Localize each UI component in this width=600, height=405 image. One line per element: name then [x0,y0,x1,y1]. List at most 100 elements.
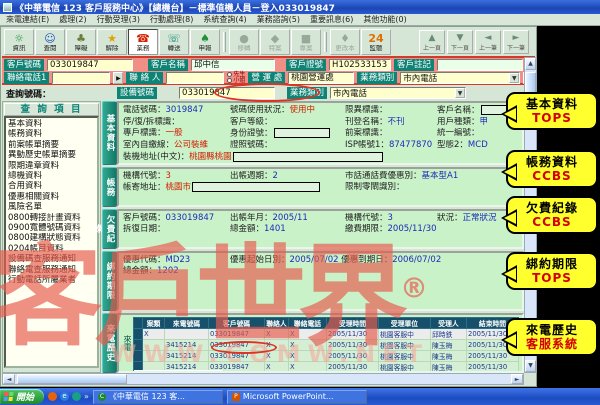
sidebar-item[interactable]: 設備碼查服務通知 [8,254,95,264]
sidebar-item[interactable]: 聯絡電查服務通知 [8,265,95,275]
toolbar-button-info[interactable]: ☼資訊 [4,29,34,55]
sidebar-item[interactable]: 限期違章資料 [8,161,95,171]
window-titlebar[interactable]: 《中華電信 123 客戶服務中心》【總機台】－標準值機人員－登入03301984… [0,0,600,14]
scroll-down-button[interactable]: ▼ [525,360,536,372]
query-items-sidebar: 查 詢 項 目 基本資料 帳務資料 前案帳單摘要 異動歷史帳單摘要 限期違章資料… [2,101,101,373]
call-history-panel: 來電 案類 來電號碼 客戶號碼 聯絡人 聯絡電話 受理時間 受理單位 受理人 [117,313,524,373]
toolbar-button-business[interactable]: ☎業務 [128,29,158,55]
table-row[interactable]: X033019847XX2005/11/30桃園客服中邱時鉄2005/11/30 [134,329,519,340]
field-row: 室內自繳線：公司裝維 證照號碼： ISP帳號1：87477870 型態2：MCD [123,140,518,151]
tab-call-history[interactable]: 來電歷史 [102,313,117,373]
sidebar-item[interactable]: 優惠相關資料 [8,192,95,202]
scroll-left-button[interactable]: ◄ [3,374,15,384]
windows-logo-icon [3,392,13,401]
table-row[interactable]: 3415214033019847XX2005/11/30桃園客服中陳玉梅2005… [134,351,519,362]
sidebar-item[interactable]: 0900寬體號碼資料 [8,223,95,233]
scroll-right-button[interactable]: ► [511,374,523,384]
business-phone-icon: ☎ [136,33,150,45]
tab-contract[interactable]: 綁約期限 [102,251,117,311]
sidebar-item[interactable]: 0800建構狀態資料 [8,233,95,243]
sidebar-item[interactable]: 風險名單 [8,202,95,212]
toolbar-button-fault[interactable]: ♣障礙 [66,29,96,55]
customer-name-field[interactable]: 邱中信 [191,59,275,71]
toolbar-button-report[interactable]: ♠申報 [190,29,220,55]
chevron-down-icon[interactable]: ▼ [455,88,465,98]
ie-icon[interactable]: e [60,392,69,401]
customer-number-field[interactable]: 033019847 [47,59,133,71]
arrears-panel: 客戶號碼：033019847 出帳年月：2005/11 機構代號：3 狀況：正常… [117,209,524,249]
info-icon: ☼ [14,33,24,45]
table-row[interactable]: 3415214033019847XX2005/11/30桃園客服中陳玉梅2005… [134,340,519,351]
sidebar-item[interactable]: 前案帳單摘要 [8,140,95,150]
prev-page-button[interactable]: ▲上一頁 [419,30,445,54]
menu-item-incoming-link[interactable]: 來電連結(E) [6,14,49,25]
next-record-button[interactable]: ►下一筆 [503,30,529,54]
region-field[interactable]: 桃園營運處 [288,72,354,84]
browser-icon[interactable] [48,392,57,401]
contact-phone-field[interactable] [52,72,110,84]
menu-item-mobile-process[interactable]: 行動處理(8) [150,14,193,25]
sidebar-list: 基本資料 帳務資料 前案帳單摘要 異動歷史帳單摘要 限期違章資料 總機資料 合用… [4,116,99,368]
query-business-type-select[interactable]: 市內電話 ▼ [330,87,466,99]
sidebar-item[interactable]: 0204帳目資料 [8,244,95,254]
customer-id-field[interactable]: H102533153 [329,59,391,71]
app-shortcut-icon[interactable] [72,392,81,401]
menu-item-process[interactable]: 處理(2) [59,14,86,25]
taskbar: 開始 e » C 《中華電信 123 客... P Microsoft Powe… [0,388,600,405]
call-history-grid-wrap: 來電 案類 來電號碼 客戶號碼 聯絡人 聯絡電話 受理時間 受理單位 受理人 [121,317,520,369]
device-number-button[interactable]: 設備號碼 [117,87,157,99]
customer-number-label: 客戶號碼 [4,59,44,71]
data-field: 拆復日期： [123,224,230,235]
toolbar-button-special-case: ◆特案 [260,29,290,55]
sidebar-item[interactable]: 合用資料 [8,181,95,191]
data-field: 帳寄地址：桃園市 [123,182,345,194]
toolbar-button-monitor[interactable]: 24監聽 [361,29,391,55]
radio-icon [227,72,232,77]
tab-billing[interactable]: 帳務 [102,167,117,207]
red-circle-annotation-device-number [214,83,320,102]
section-contract: 綁約期限 優惠代碼：MD23 優惠起始日別：2005/07/02 優惠到期日：2… [102,251,524,311]
menu-item-important-news[interactable]: 重要訊息(6) [310,14,353,25]
chevron-more-icon[interactable]: » [84,392,89,401]
toolbar-button-transfer[interactable]: ☏轉送 [159,29,189,55]
callout-arrears: 欠費紀錄 CCBS [506,196,598,234]
section-call-history: 來電歷史 來電 案類 來電號碼 客戶號碼 聯絡人 聯絡電話 受理時間 受理單位 [102,313,524,373]
basic-info-panel: 電話號碼：3019847 號碼使用狀況：使用中 限異標識： 客戶名稱： 停/復/… [117,101,524,165]
field-row: 總金額：1202 [123,266,518,277]
taskbar-task-powerpoint[interactable]: P Microsoft PowerPoint... [227,390,367,404]
field-row: 優惠代碼：MD23 優惠起始日別：2005/07/02 優惠到期日：2006/0… [123,255,518,266]
prev-record-button[interactable]: ◄上一筆 [475,30,501,54]
taskbar-task-app[interactable]: C 《中華電信 123 客... [93,390,223,404]
data-field: 客戶等級： [230,117,345,128]
toolbar-button-release[interactable]: ★解除 [97,29,127,55]
start-button[interactable]: 開始 [0,389,44,404]
contact-phone-expand-button[interactable]: ▶ [113,72,123,84]
radio-icon [227,78,232,83]
toolbar-button-project: ■專案 [291,29,321,55]
toolbar-button-lookup[interactable]: ☺查閱 [35,29,65,55]
sidebar-item-billing[interactable]: 帳務資料 [8,129,95,139]
sidebar-item[interactable]: 行動電話所屬業者 [8,275,95,285]
horizontal-scrollbar[interactable]: ◄ ► [2,373,524,385]
call-history-table[interactable]: 案類 來電號碼 客戶號碼 聯絡人 聯絡電話 受理時間 受理單位 受理人 結束時間… [133,317,519,373]
tab-basic-info[interactable]: 基本資料 [102,101,117,165]
data-field: 前案標識： [345,128,437,140]
menu-item-other[interactable]: 其他功能(0) [363,14,406,25]
menu-item-business-consult[interactable]: 業務諮詢(5) [257,14,300,25]
menu-item-system-query[interactable]: 系統查詢(4) [203,14,246,25]
next-page-button[interactable]: ▼下一頁 [447,30,473,54]
data-field: 總金額：1401 [230,224,345,235]
scroll-up-button[interactable]: ▲ [525,58,536,70]
sidebar-item[interactable]: 總機資料 [8,171,95,181]
customer-note-field[interactable] [437,59,523,71]
sidebar-item[interactable]: 異動歷史帳單摘要 [8,150,95,160]
menu-item-mobile-accept[interactable]: 行動受理(3) [97,14,140,25]
field-row: 機構代號：3 出帳週期：2 市話通話費優惠別：基本型A1 [123,171,518,182]
scrollbar-thumb[interactable] [17,374,127,384]
tab-arrears[interactable]: 欠費紀錄 [102,209,117,249]
sidebar-item[interactable]: 0800轉接計畫資料 [8,213,95,223]
business-type-select[interactable]: 市內電話 ▼ [400,72,520,84]
contact-person-field[interactable] [166,72,224,84]
sidebar-item-basic[interactable]: 基本資料 [8,119,95,129]
chevron-down-icon[interactable]: ▼ [509,73,519,83]
